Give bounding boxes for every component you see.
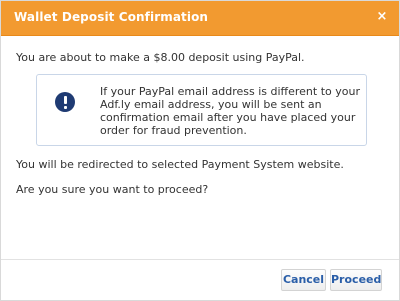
deposit-intro-text: You are about to make a $8.00 deposit us… (16, 51, 305, 64)
wallet-deposit-dialog: Wallet Deposit Confirmation × You are ab… (0, 0, 400, 301)
dialog-titlebar: Wallet Deposit Confirmation × (1, 1, 399, 36)
dialog-footer: Cancel Proceed (1, 260, 399, 300)
cancel-button[interactable]: Cancel (281, 269, 326, 291)
confirm-question-text: Are you sure you want to proceed? (16, 183, 209, 196)
dialog-title: Wallet Deposit Confirmation (14, 10, 209, 24)
redirect-text: You will be redirected to selected Payme… (16, 158, 344, 171)
fraud-notice-box: If your PayPal email address is differen… (36, 74, 367, 146)
close-icon[interactable]: × (375, 9, 389, 25)
exclamation-circle-icon (55, 92, 75, 112)
proceed-button[interactable]: Proceed (330, 269, 382, 291)
fraud-notice-text: If your PayPal email address is differen… (100, 85, 360, 137)
